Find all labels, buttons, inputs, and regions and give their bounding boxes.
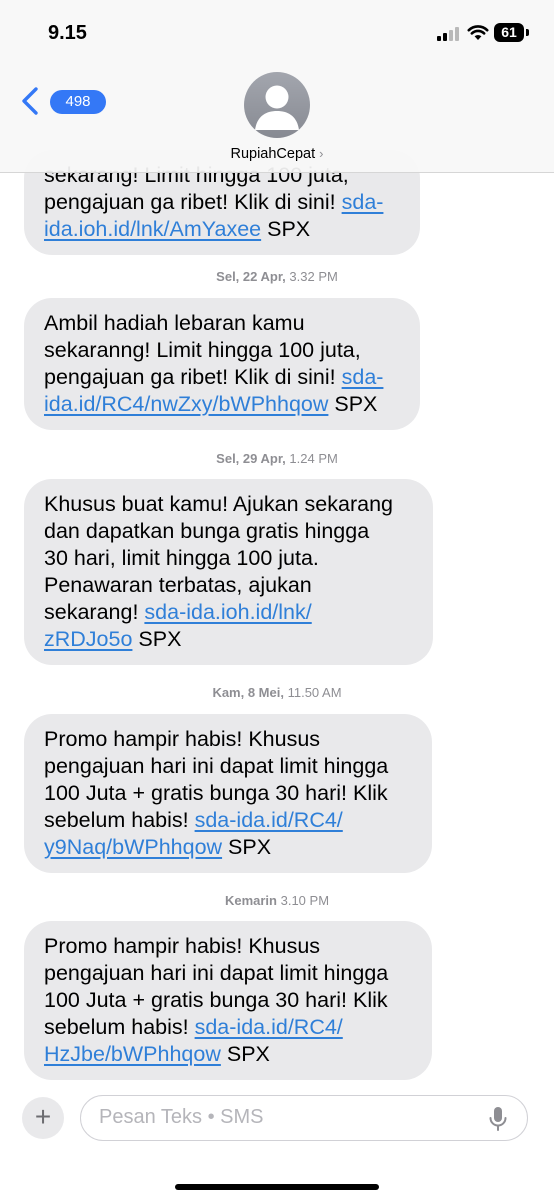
message-line: Khusus buat kamu! Ajukan sekarang [44,492,393,516]
message-suffix: SPX [222,835,272,859]
timestamp-time: 3.10 PM [280,893,330,908]
message-line: pengajuan ga ribet! Klik di sini! [44,365,342,389]
message-link[interactable]: ida.id/RC4/nwZxy/bWPhhqow [44,392,328,416]
message-suffix: SPX [132,627,182,651]
contact-avatar[interactable] [244,72,310,138]
person-silhouette-icon [255,85,299,130]
message-line: sebelum habis! [44,1015,195,1039]
message-line: 100 Juta + gratis bunga 30 hari! Klik [44,988,388,1012]
unread-count-badge[interactable]: 498 [50,90,106,114]
message-link[interactable]: HzJbe/bWPhhqow [44,1042,221,1066]
back-chevron-icon[interactable] [18,86,42,116]
conversation-header: 9.15 61 498 RupiahCepat › [0,0,554,173]
timestamp-day: Sel, 29 Apr, [216,451,286,466]
timestamp: Kam, 8 Mei, 11.50 AM [0,685,554,700]
message-line: dan dapatkan bunga gratis hingga [44,519,370,543]
message-link[interactable]: sda-ida.id/RC4/ [195,808,343,832]
message-suffix: SPX [328,392,378,416]
message-line: Promo hampir habis! Khusus [44,934,321,958]
timestamp-time: 1.24 PM [289,451,338,466]
message-bubble[interactable]: Khusus buat kamu! Ajukan sekarang dan da… [24,479,433,665]
timestamp-time: 11.50 AM [287,685,342,700]
message-line: pengajuan ga ribet! Klik di sini! [44,190,342,214]
message-link[interactable]: y9Naq/bWPhhqow [44,835,222,859]
message-link[interactable]: sda- [342,190,384,214]
message-line: sebelum habis! [44,808,195,832]
message-thread[interactable]: sekarang! Limit hingga 100 juta, pengaju… [0,0,554,1200]
timestamp-day: Kam, 8 Mei, [212,685,284,700]
timestamp-day: Kemarin [224,893,277,908]
message-link[interactable]: sda- [342,365,384,389]
message-input[interactable]: Pesan Teks • SMS [80,1095,528,1141]
message-link[interactable]: ida.ioh.id/lnk/AmYaxee [44,217,261,241]
timestamp: Sel, 22 Apr, 3.32 PM [0,269,554,284]
message-line: Promo hampir habis! Khusus [44,727,321,751]
microphone-icon[interactable] [488,1106,508,1132]
timestamp: Kemarin 3.10 PM [0,893,554,908]
message-line: sekarang! [44,600,145,624]
message-line: 30 hari, limit hingga 100 juta. [44,546,319,570]
message-line: pengajuan hari ini dapat limit hingga [44,754,389,778]
contact-name[interactable]: RupiahCepat [230,146,315,162]
battery-cap [526,29,529,36]
message-line: Ambil hadiah lebaran kamu [44,311,305,335]
message-link[interactable]: sda-ida.id/RC4/ [195,1015,343,1039]
home-indicator [175,1184,379,1190]
message-line: pengajuan hari ini dapat limit hingga [44,961,389,985]
chevron-right-icon: › [319,146,324,161]
wifi-icon [467,25,489,40]
message-bubble[interactable]: Ambil hadiah lebaran kamu sekaranng! Lim… [24,298,420,430]
message-input-placeholder: Pesan Teks • SMS [99,1106,264,1128]
message-suffix: SPX [220,1042,270,1066]
cellular-signal-icon [437,27,459,41]
status-time: 9.15 [48,22,87,44]
timestamp-time: 3.32 PM [289,269,338,284]
message-link[interactable]: sda-ida.ioh.id/lnk/ [144,600,311,624]
message-link[interactable]: zRDJo5o [44,627,132,651]
timestamp-day: Sel, 22 Apr, [216,269,286,284]
message-line: 100 Juta + gratis bunga 30 hari! Klik [44,781,388,805]
contact-name-row[interactable]: RupiahCepat › [0,146,554,162]
timestamp: Sel, 29 Apr, 1.24 PM [0,451,554,466]
battery-icon: 61 [494,23,524,42]
message-suffix: SPX [261,217,311,241]
message-line: sekaranng! Limit hingga 100 juta, [44,338,361,362]
message-bubble[interactable]: Promo hampir habis! Khusus pengajuan har… [24,921,432,1080]
message-line: Penawaran terbatas, ajukan [44,573,312,597]
add-attachment-button[interactable]: + [22,1097,64,1139]
message-bubble[interactable]: Promo hampir habis! Khusus pengajuan har… [24,714,432,873]
